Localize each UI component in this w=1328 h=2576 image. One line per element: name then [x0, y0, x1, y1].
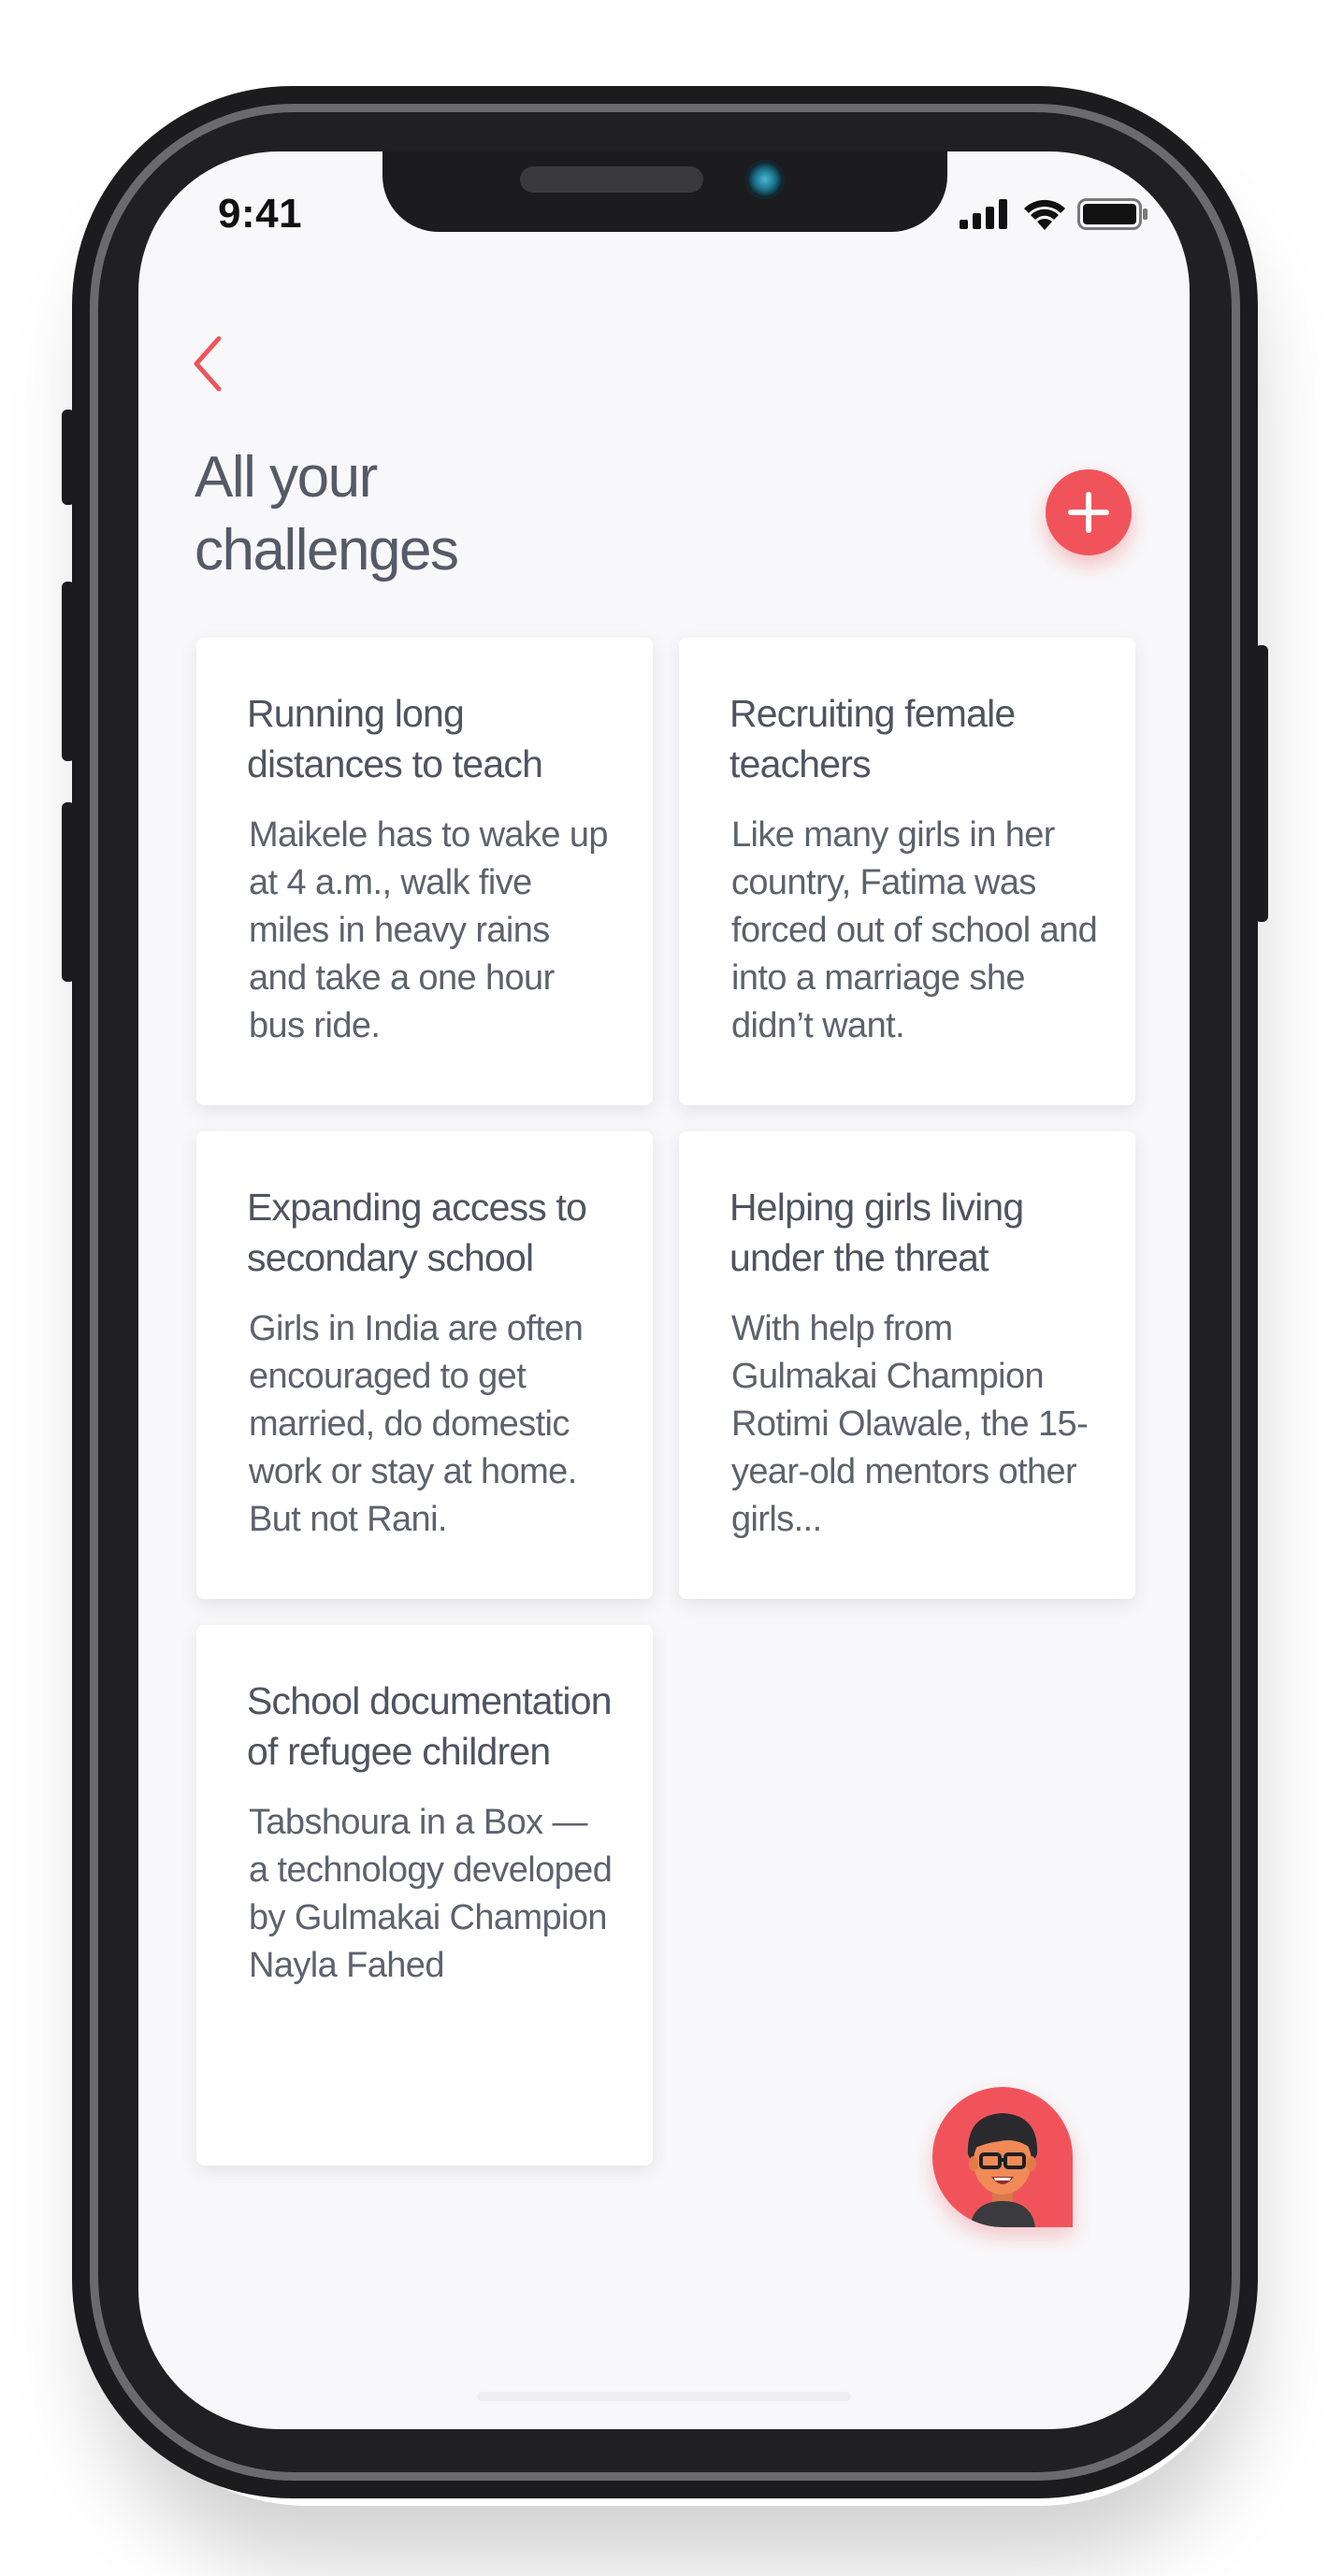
battery-icon	[1077, 198, 1148, 230]
status-icons	[960, 198, 1148, 230]
mute-switch	[62, 410, 75, 505]
challenge-card-description: With help from Gulmakai Champion Rotimi …	[731, 1309, 1089, 1539]
add-challenge-button[interactable]	[1046, 469, 1132, 555]
assistant-avatar-button[interactable]	[932, 2087, 1073, 2227]
speaker-grille	[520, 166, 703, 193]
challenge-card-title: Expanding access to secondary school	[247, 1186, 587, 1279]
page-title: All your challenges	[195, 441, 459, 587]
challenge-card-description: Maikele has to wake up at 4 a.m., walk f…	[249, 815, 609, 1045]
challenge-card[interactable]: Running long distances to teach Maikele …	[196, 638, 653, 1105]
status-time: 9:41	[218, 191, 303, 237]
challenge-card-title: Running long distances to teach	[247, 692, 543, 785]
challenge-card-title: Recruiting female teachers	[729, 692, 1016, 785]
volume-down-button	[62, 802, 75, 982]
challenge-card[interactable]: Helping girls living under the threat Wi…	[679, 1131, 1135, 1599]
challenge-card[interactable]: Recruiting female teachers Like many gir…	[679, 638, 1135, 1105]
challenge-card-title: Helping girls living under the threat	[729, 1186, 1024, 1279]
challenge-card-description: Tabshoura in a Box — a technology develo…	[249, 1803, 613, 1985]
assistant-avatar-icon	[967, 2113, 1038, 2227]
volume-up-button	[62, 582, 75, 761]
phone-screen: 9:41 All your challenges Running long di…	[138, 151, 1190, 2429]
back-chevron-icon[interactable]	[183, 320, 239, 404]
challenge-card-description: Like many girls in her country, Fatima w…	[731, 815, 1098, 1045]
notch	[383, 151, 947, 232]
challenge-card[interactable]: Expanding access to secondary school Gir…	[196, 1131, 653, 1599]
front-camera	[745, 160, 785, 199]
challenge-card-title: School documentation of refugee children	[247, 1679, 613, 1773]
page-title-line1: All your	[195, 445, 378, 510]
cellular-signal-icon	[960, 199, 1007, 229]
wifi-icon	[1024, 199, 1065, 230]
challenge-card-description: Girls in India are often encouraged to g…	[249, 1309, 584, 1539]
challenge-card[interactable]: School documentation of refugee children…	[196, 1625, 653, 2166]
stage: 9:41 All your challenges Running long di…	[0, 0, 1328, 2576]
page-title-line2: challenges	[195, 518, 459, 583]
home-indicator[interactable]	[477, 2392, 851, 2401]
power-button	[1255, 645, 1268, 922]
